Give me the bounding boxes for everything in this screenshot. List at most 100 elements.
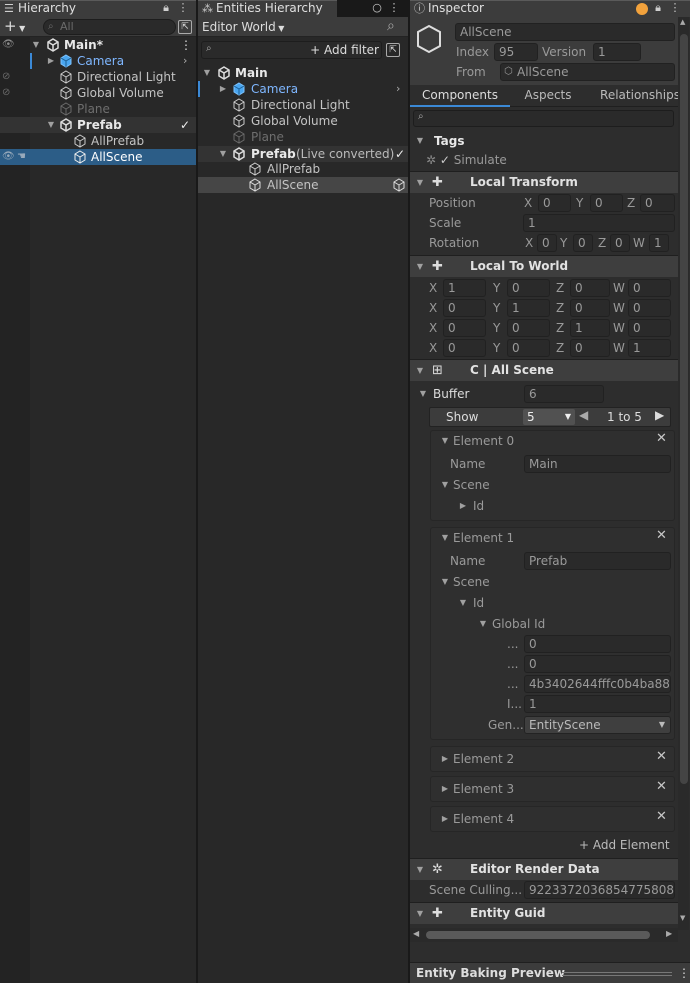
fold-arrow-icon[interactable]: ▶ (458, 497, 468, 515)
entity-item-camera[interactable]: ▶ Camera › (198, 81, 408, 97)
global-id-field-1[interactable]: 0 (524, 655, 671, 673)
fold-arrow-icon[interactable]: ▶ (218, 81, 228, 97)
tab-inspector[interactable]: ⓘ Inspector (410, 0, 690, 17)
from-field[interactable]: ⬡ AllScene (500, 63, 675, 81)
chevron-right-icon[interactable]: › (396, 81, 400, 97)
hidden-eye-icon[interactable]: ⊘ (2, 69, 10, 85)
scroll-down-icon[interactable]: ▼ (680, 914, 685, 922)
circle-icon[interactable]: ○ (371, 1, 383, 15)
matrix-cell-r2c3[interactable]: 0 (628, 319, 671, 337)
fold-arrow-icon[interactable]: ▼ (478, 615, 488, 633)
matrix-cell-r3c2[interactable]: 0 (570, 339, 610, 357)
search-input[interactable]: ⌕ All (43, 19, 176, 35)
version-field[interactable]: 1 (593, 43, 641, 61)
matrix-cell-r2c1[interactable]: 0 (507, 319, 550, 337)
fold-arrow-icon[interactable]: ▶ (440, 810, 450, 828)
more-icon[interactable]: ⋮ (180, 37, 192, 53)
entity-item-prefab[interactable]: ▼ Prefab (Live converted) ✓ (198, 146, 408, 162)
add-element-button[interactable]: + Add Element (579, 837, 670, 853)
tab-relationships[interactable]: Relationships (590, 86, 690, 107)
index-field[interactable]: 95 (494, 43, 538, 61)
checkbox-icon[interactable]: ✓ (395, 146, 405, 162)
drag-handle-icon[interactable] (562, 972, 672, 976)
scroll-left-icon[interactable]: ◀ (413, 929, 419, 938)
scene-culling-field[interactable]: 9223372036854775808 (524, 881, 675, 899)
scale-field[interactable]: 1 (523, 214, 675, 232)
lock-icon[interactable]: 🔒︎ (160, 1, 172, 15)
entity-item-global-volume[interactable]: Global Volume (198, 113, 408, 129)
remove-element-2-icon[interactable]: ✕ (656, 749, 667, 764)
fold-arrow-icon[interactable]: ▼ (440, 573, 450, 591)
rotation-w-field[interactable]: 1 (649, 234, 669, 252)
all-scene-header[interactable]: ▼ ⊞ C | All Scene (410, 359, 679, 381)
matrix-cell-r3c1[interactable]: 0 (507, 339, 550, 357)
hierarchy-options-icon[interactable]: ⇱ (178, 20, 192, 34)
fold-arrow-icon[interactable]: ▼ (218, 146, 228, 162)
add-filter-button[interactable]: + Add filter (310, 42, 379, 58)
global-id-field-3[interactable]: 1 (524, 695, 671, 713)
more-icon[interactable]: ⋮ (388, 1, 400, 15)
fold-arrow-icon[interactable]: ▼ (418, 384, 428, 404)
chevron-right-icon[interactable]: › (183, 53, 187, 69)
fold-arrow-icon[interactable]: ▶ (440, 780, 450, 798)
pick-icon[interactable]: ☚ (17, 149, 26, 165)
position-x-field[interactable]: 0 (538, 194, 571, 212)
component-search-input[interactable]: ⌕ (413, 110, 674, 127)
remove-element-4-icon[interactable]: ✕ (656, 809, 667, 824)
matrix-cell-r2c0[interactable]: 0 (443, 319, 486, 337)
rotation-z-field[interactable]: 0 (610, 234, 630, 252)
tree-item-allscene[interactable]: 👁︎ ☚ AllScene (0, 149, 196, 165)
position-z-field[interactable]: 0 (640, 194, 675, 212)
fold-arrow-icon[interactable]: ▼ (440, 476, 450, 494)
page-size-dropdown[interactable]: 5 ▼ (523, 409, 575, 425)
matrix-cell-r1c2[interactable]: 0 (570, 299, 610, 317)
entities-options-icon[interactable]: ⇱ (386, 43, 400, 57)
global-id-field-2[interactable]: 4b3402644fffc0b4ba88 (524, 675, 671, 693)
search-icon[interactable]: ⌕ (387, 18, 395, 34)
next-page-button[interactable]: ▶ (655, 408, 664, 422)
fold-arrow-icon[interactable]: ▼ (440, 529, 450, 547)
fold-arrow-icon[interactable]: ▼ (415, 903, 425, 924)
matrix-cell-r1c1[interactable]: 1 (507, 299, 550, 317)
remove-element-3-icon[interactable]: ✕ (656, 779, 667, 794)
checkbox-icon[interactable]: ✓ (180, 117, 190, 133)
scroll-up-icon[interactable]: ▲ (680, 18, 685, 26)
hidden-eye-icon[interactable]: ⊘ (2, 85, 10, 101)
element-0-name-field[interactable]: Main (524, 455, 671, 473)
matrix-cell-r0c1[interactable]: 0 (507, 279, 550, 297)
local-transform-header[interactable]: ▼ ✚ Local Transform (410, 171, 679, 193)
global-id-field-0[interactable]: 0 (524, 635, 671, 653)
more-icon[interactable]: ⋮ (678, 963, 690, 983)
position-y-field[interactable]: 0 (590, 194, 623, 212)
remove-element-1-icon[interactable]: ✕ (656, 528, 667, 543)
more-icon[interactable]: ⋮ (177, 1, 189, 15)
local-to-world-header[interactable]: ▼ ✚ Local To World (410, 255, 679, 277)
tab-components[interactable]: Components (410, 86, 510, 107)
tree-item-camera[interactable]: ▶ Camera › (0, 53, 196, 69)
entity-item-directional-light[interactable]: Directional Light (198, 97, 408, 113)
tags-header[interactable]: ▼ Tags (410, 131, 680, 151)
matrix-cell-r1c3[interactable]: 0 (628, 299, 671, 317)
matrix-cell-r0c3[interactable]: 0 (628, 279, 671, 297)
tab-aspects[interactable]: Aspects (510, 86, 586, 107)
entity-item-plane[interactable]: Plane (198, 129, 408, 145)
vertical-scrollbar-thumb[interactable] (680, 34, 688, 784)
fold-arrow-icon[interactable]: ▶ (46, 53, 56, 69)
matrix-cell-r2c2[interactable]: 1 (570, 319, 610, 337)
entity-item-allprefab[interactable]: AllPrefab (198, 161, 408, 177)
fold-arrow-icon[interactable]: ▼ (415, 131, 425, 151)
horizontal-scrollbar-thumb[interactable] (426, 931, 650, 939)
fold-arrow-icon[interactable]: ▼ (415, 172, 425, 193)
prev-page-button[interactable]: ◀ (579, 408, 588, 422)
baking-preview-bar[interactable]: Entity Baking Preview ⋮ (410, 962, 690, 983)
notification-icon[interactable] (636, 3, 648, 15)
entity-guid-header[interactable]: ▼ ✚ Entity Guid (410, 902, 679, 924)
tree-item-directional-light[interactable]: ⊘ Directional Light (0, 69, 196, 85)
tab-entities-hierarchy[interactable]: ⁂ Entities Hierarchy (198, 0, 337, 17)
fold-arrow-icon[interactable]: ▼ (415, 859, 425, 880)
matrix-cell-r3c3[interactable]: 1 (628, 339, 671, 357)
matrix-cell-r1c0[interactable]: 0 (443, 299, 486, 317)
fold-arrow-icon[interactable]: ▼ (440, 432, 450, 450)
remove-element-0-icon[interactable]: ✕ (656, 431, 667, 446)
more-icon[interactable]: ⋮ (669, 1, 681, 15)
